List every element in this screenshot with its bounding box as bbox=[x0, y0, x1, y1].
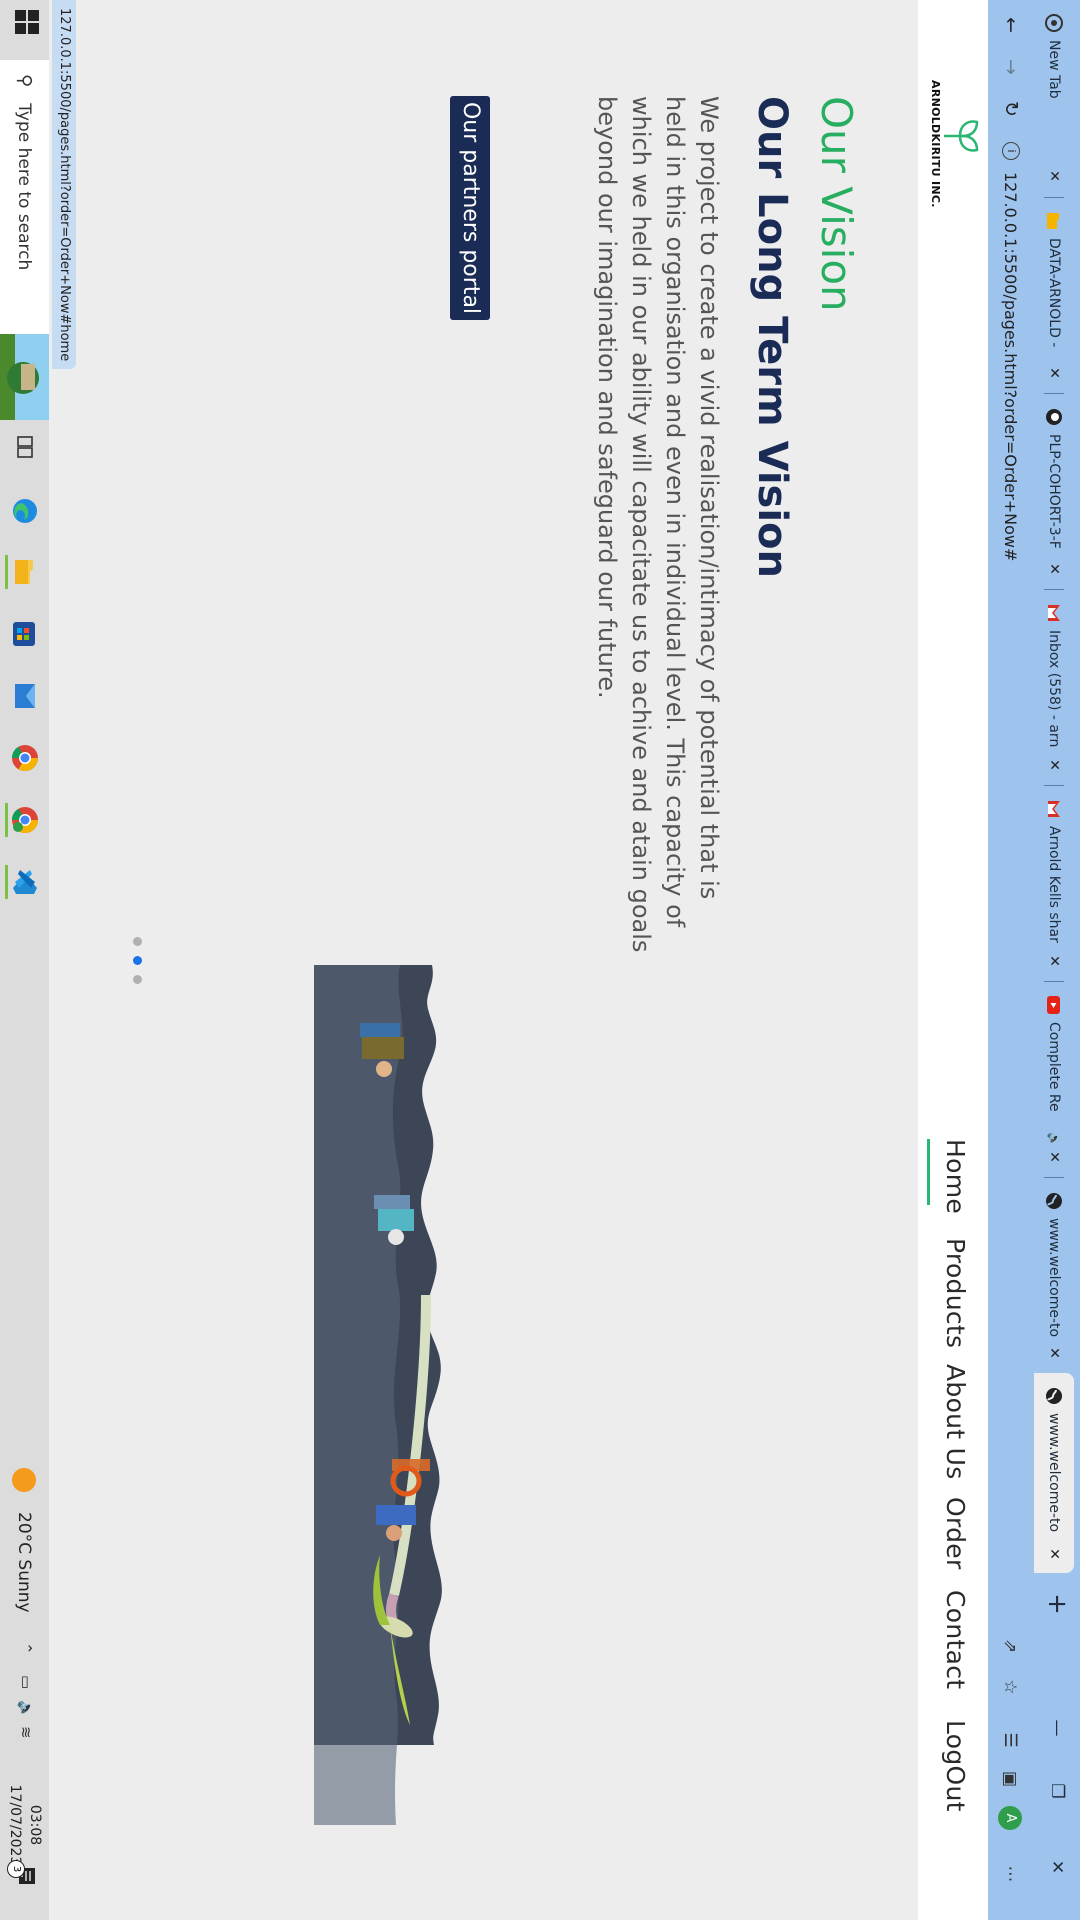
active-nav-indicator bbox=[927, 1139, 930, 1205]
nav-products[interactable]: Products bbox=[941, 1238, 970, 1348]
tab-data-arnold[interactable]: DATA-ARNOLD - ✕ bbox=[1034, 198, 1074, 392]
tab-arnold-kells[interactable]: Arnold Kells shar ✕ bbox=[1034, 786, 1074, 980]
tab-inbox[interactable]: Inbox (558) - arn ✕ bbox=[1034, 590, 1074, 784]
task-view-icon[interactable] bbox=[8, 430, 42, 464]
forward-button[interactable]: → bbox=[996, 52, 1026, 82]
tab-complete-re[interactable]: Complete Re 🔈 ✕ bbox=[1034, 982, 1074, 1176]
tab-title: Arnold Kells shar bbox=[1046, 826, 1062, 943]
screen: New Tab ✕ DATA-ARNOLD - ✕ PLP-COHORT-3-F… bbox=[0, 0, 1080, 1920]
carousel-dot-2[interactable] bbox=[133, 956, 142, 965]
microsoft-store-icon[interactable] bbox=[8, 617, 42, 651]
clock[interactable]: 03:08 17/07/2023 bbox=[5, 1780, 45, 1870]
profile-avatar[interactable]: A bbox=[998, 1806, 1022, 1830]
tab-welcome-1[interactable]: www.welcome-to ✕ bbox=[1034, 1178, 1074, 1372]
nav-order[interactable]: Order bbox=[941, 1497, 970, 1570]
star-icon[interactable]: ☆ bbox=[996, 1673, 1024, 1701]
wifi-icon[interactable]: ≋ bbox=[17, 1726, 35, 1739]
close-window-button[interactable]: ✕ bbox=[1042, 1850, 1072, 1884]
section-heading: Our Long Term Vision bbox=[749, 96, 795, 579]
tab-title: www.welcome-to bbox=[1046, 1218, 1062, 1338]
tab-title: New Tab bbox=[1046, 40, 1062, 99]
section-label: Our Vision bbox=[812, 96, 861, 312]
notification-count: 3 bbox=[7, 1860, 25, 1878]
menu-icon[interactable]: ⋯ bbox=[996, 1860, 1024, 1888]
nav-logout[interactable]: LogOut bbox=[941, 1720, 970, 1812]
vscode-icon[interactable] bbox=[5, 865, 42, 899]
chrome-icon bbox=[1045, 14, 1063, 32]
gmail-icon bbox=[1045, 604, 1063, 622]
carousel-dot-3[interactable] bbox=[133, 975, 142, 984]
chevron-up-icon[interactable]: ⌃ bbox=[17, 1642, 35, 1655]
mail-icon[interactable] bbox=[8, 679, 42, 713]
globe-icon bbox=[1045, 1192, 1063, 1210]
taskbar-search[interactable]: ⚲ Type here to search bbox=[0, 60, 49, 420]
close-tab-icon[interactable]: ✕ bbox=[1046, 1146, 1062, 1168]
volume-icon[interactable]: 🔈 bbox=[17, 1700, 35, 1719]
reload-button[interactable]: ↻ bbox=[996, 94, 1026, 124]
globe-icon bbox=[1045, 1387, 1063, 1405]
maximize-button[interactable]: ❐ bbox=[1042, 1774, 1072, 1808]
sprout-logo-icon bbox=[944, 120, 979, 152]
battery-icon[interactable]: ▭ bbox=[17, 1675, 35, 1689]
carousel-dot-1[interactable] bbox=[133, 937, 142, 946]
tab-strip: New Tab ✕ DATA-ARNOLD - ✕ PLP-COHORT-3-F… bbox=[1034, 0, 1080, 1920]
search-highlight-illustration bbox=[0, 334, 49, 420]
brand-name: ARNOLDKIRITU INC. bbox=[929, 80, 942, 208]
close-tab-icon[interactable]: ✕ bbox=[1046, 362, 1062, 384]
tab-title: Complete Re bbox=[1046, 1022, 1062, 1112]
close-tab-icon[interactable]: ✕ bbox=[1046, 950, 1062, 972]
weather-widget[interactable]: 20°C Sunny bbox=[7, 1468, 41, 1613]
site-logo[interactable]: ARNOLDKIRITU INC. bbox=[922, 80, 982, 208]
close-tab-icon[interactable]: ✕ bbox=[1046, 1543, 1062, 1565]
minimize-button[interactable]: — bbox=[1042, 1711, 1072, 1745]
notification-center-icon[interactable]: 3 bbox=[7, 1860, 37, 1890]
chrome-profile-icon[interactable] bbox=[5, 803, 42, 837]
site-info-icon[interactable]: i bbox=[1002, 142, 1020, 160]
close-tab-icon[interactable]: ✕ bbox=[1046, 754, 1062, 776]
address-bar[interactable]: i 127.0.0.1:5500/pages.html?order=Order+… bbox=[994, 142, 1028, 1702]
site-navbar: ARNOLDKIRITU INC. Home Products About Us… bbox=[918, 0, 988, 1920]
weather-text: 20°C Sunny bbox=[14, 1512, 34, 1613]
nav-home[interactable]: Home bbox=[941, 1139, 970, 1214]
chrome-taskbar-icon[interactable] bbox=[8, 741, 42, 775]
tab-title: PLP-COHORT-3-F bbox=[1046, 434, 1062, 549]
reading-list-icon[interactable]: ☰ bbox=[996, 1726, 1024, 1754]
edge-icon[interactable] bbox=[8, 494, 42, 528]
tab-new-tab[interactable]: New Tab ✕ bbox=[1034, 0, 1074, 195]
hero-image bbox=[314, 965, 490, 1825]
tab-title: Inbox (558) - arn bbox=[1046, 630, 1062, 748]
mute-icon[interactable]: 🔈 bbox=[1047, 1132, 1061, 1147]
tab-welcome-2[interactable]: www.welcome-to ✕ bbox=[1034, 1373, 1074, 1573]
clock-date: 17/07/2023 bbox=[7, 1784, 23, 1866]
tab-title: www.welcome-to bbox=[1046, 1413, 1062, 1533]
link-status-bar: 127.0.0.1:5500/pages.html?order=Order+No… bbox=[52, 0, 76, 370]
close-tab-icon[interactable]: ✕ bbox=[1046, 165, 1062, 187]
search-icon: ⚲ bbox=[14, 74, 35, 88]
section-body: We project to create a vivid realisation… bbox=[593, 96, 723, 953]
share-icon[interactable]: ⇗ bbox=[996, 1632, 1024, 1660]
windows-start-icon[interactable] bbox=[13, 10, 39, 36]
tab-title: DATA-ARNOLD - bbox=[1046, 238, 1062, 348]
address-url: 127.0.0.1:5500/pages.html?order=Order+No… bbox=[1001, 172, 1021, 562]
nav-about-us[interactable]: About Us bbox=[941, 1364, 970, 1480]
web-page: ARNOLDKIRITU INC. Home Products About Us… bbox=[42, 0, 988, 1920]
side-panel-icon[interactable]: ▣ bbox=[996, 1765, 1024, 1793]
windows-taskbar: ⚲ Type here to search 20°C Sunny ⌃ ▭ 🔈 ≋… bbox=[0, 0, 49, 1920]
browser-toolbar: ← → ↻ i 127.0.0.1:5500/pages.html?order=… bbox=[988, 0, 1034, 1920]
close-tab-icon[interactable]: ✕ bbox=[1046, 558, 1062, 580]
youtube-icon bbox=[1045, 996, 1063, 1014]
search-placeholder: Type here to search bbox=[14, 103, 35, 271]
partners-portal-button[interactable]: Our partners portal bbox=[450, 96, 490, 320]
gmail-icon bbox=[1045, 800, 1063, 818]
clock-time: 03:08 bbox=[27, 1804, 43, 1846]
nav-contact[interactable]: Contact bbox=[941, 1590, 970, 1689]
tab-plp-cohort[interactable]: PLP-COHORT-3-F ✕ bbox=[1034, 394, 1074, 588]
file-explorer-icon[interactable] bbox=[5, 555, 42, 589]
back-button[interactable]: ← bbox=[996, 10, 1026, 40]
sun-icon bbox=[12, 1468, 36, 1492]
close-tab-icon[interactable]: ✕ bbox=[1046, 1342, 1062, 1364]
new-tab-button[interactable]: + bbox=[1042, 1589, 1072, 1619]
github-icon bbox=[1045, 408, 1063, 426]
folder-icon bbox=[1045, 212, 1063, 230]
